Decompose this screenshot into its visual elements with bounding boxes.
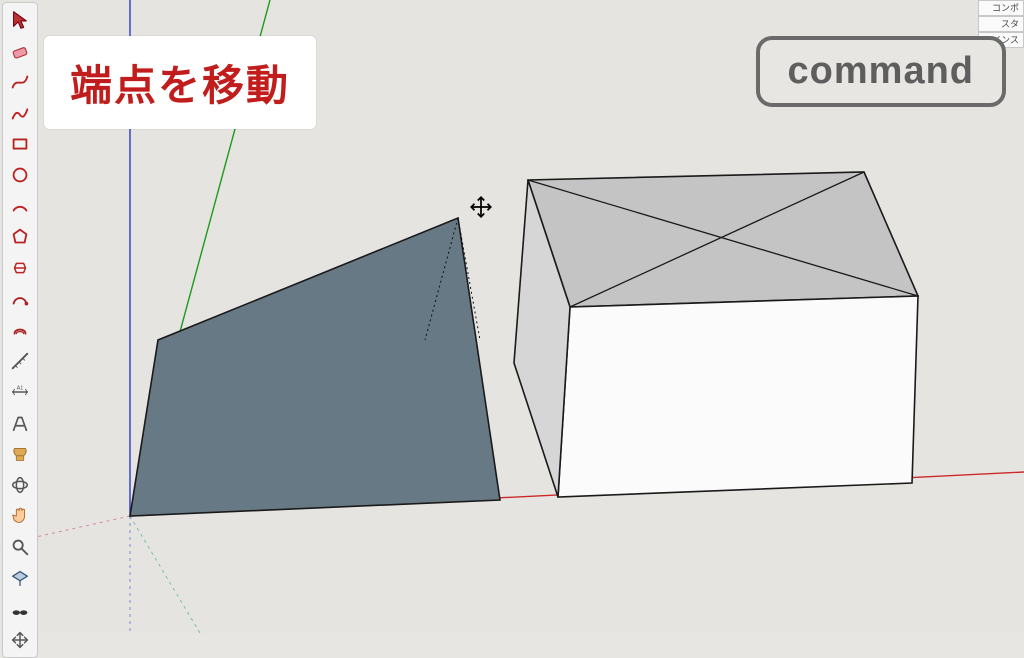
rectangle-tool[interactable] xyxy=(5,129,35,159)
arc-tool[interactable] xyxy=(5,191,35,221)
pushpull-tool[interactable] xyxy=(5,253,35,283)
section-plane-tool[interactable] xyxy=(5,563,35,593)
tray-tab-styles[interactable]: スタ xyxy=(978,16,1024,32)
move-cursor-icon xyxy=(468,194,494,220)
modifier-key-badge: command xyxy=(756,36,1006,107)
cube-top-face xyxy=(528,172,918,307)
paint-bucket-tool[interactable] xyxy=(5,439,35,469)
tape-measure-tool[interactable] xyxy=(5,346,35,376)
svg-text:A1: A1 xyxy=(17,385,24,391)
circle-tool[interactable] xyxy=(5,160,35,190)
line-tool[interactable] xyxy=(5,67,35,97)
freehand-tool[interactable] xyxy=(5,98,35,128)
zoom-tool[interactable] xyxy=(5,532,35,562)
text-tool[interactable] xyxy=(5,408,35,438)
position-camera-tool[interactable] xyxy=(5,625,35,655)
deformed-face xyxy=(130,218,500,516)
action-label: 端点を移動 xyxy=(44,36,316,129)
offset-tool[interactable] xyxy=(5,315,35,345)
polygon-tool[interactable] xyxy=(5,222,35,252)
walk-tool[interactable] xyxy=(5,594,35,624)
tray-tab-components[interactable]: コンポ xyxy=(978,0,1024,16)
select-tool[interactable] xyxy=(5,5,35,35)
eraser-tool[interactable] xyxy=(5,36,35,66)
dimension-tool[interactable]: A1 xyxy=(5,377,35,407)
main-toolbar: A1 xyxy=(2,2,38,658)
orbit-tool[interactable] xyxy=(5,470,35,500)
followme-tool[interactable] xyxy=(5,284,35,314)
pan-tool[interactable] xyxy=(5,501,35,531)
cube-front-face xyxy=(558,296,918,497)
